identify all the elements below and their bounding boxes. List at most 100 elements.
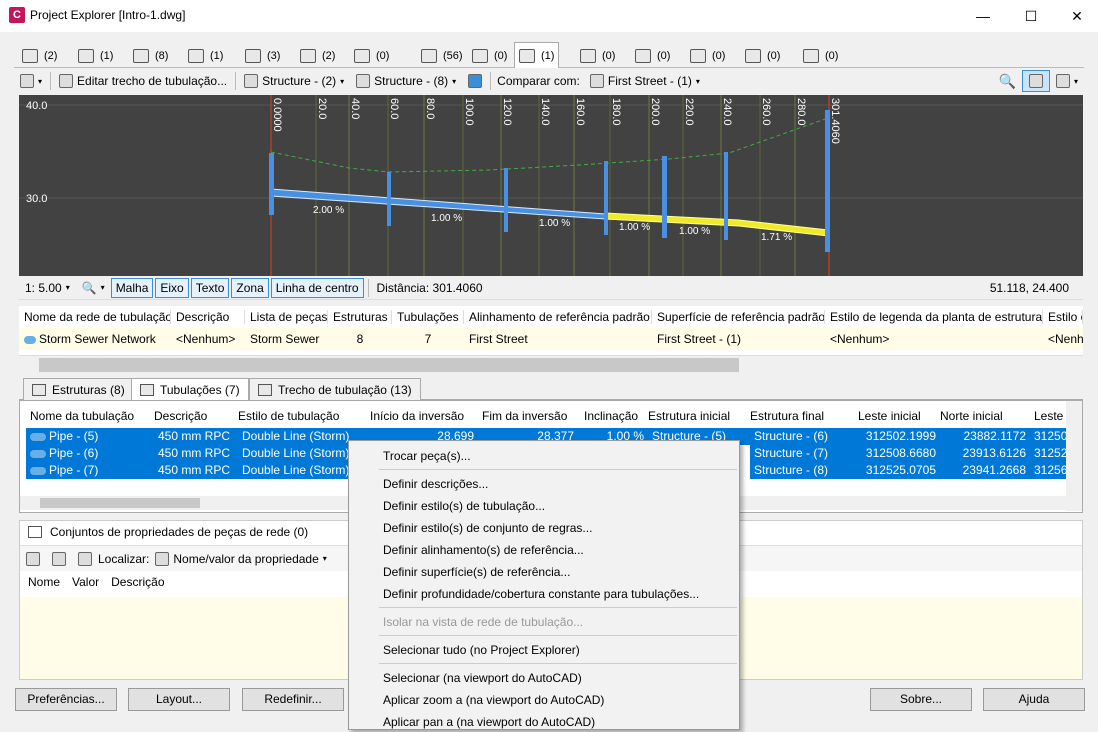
window-title: Project Explorer [Intro-1.dwg]	[30, 8, 186, 22]
maximize-button[interactable]: ☐	[1008, 0, 1054, 32]
network-tools-button[interactable]: ▾	[14, 70, 48, 92]
menu-item-select-all[interactable]: Selecionar tudo (no Project Explorer)	[383, 640, 580, 660]
reset-button[interactable]: Redefinir...	[242, 688, 344, 711]
tab-structures[interactable]: Estruturas (8)	[23, 378, 134, 400]
menu-item-set-depth-cover[interactable]: Definir profundidade/cobertura constante…	[383, 584, 699, 604]
find-dropdown[interactable]: Nome/valor da propriedade ▾	[149, 548, 332, 570]
toggle-axis-button[interactable]: Eixo	[155, 277, 189, 298]
lock-button[interactable]	[462, 70, 488, 92]
menu-item-swap-parts[interactable]: Trocar peça(s)...	[383, 446, 471, 466]
tab-corridors[interactable]: (1)	[184, 45, 227, 67]
remove-property-set-button[interactable]	[72, 548, 98, 570]
tab-feature-lines[interactable]: (0)	[350, 45, 393, 67]
tab-pipe-networks[interactable]: (1)	[514, 42, 560, 69]
network-name-cell: Storm Sewer Network	[19, 332, 171, 346]
network-horizontal-scrollbar[interactable]	[19, 355, 1083, 373]
pipes-vertical-scrollbar[interactable]	[1066, 401, 1082, 511]
column-header[interactable]: Descrição	[103, 575, 172, 589]
tab-parcels[interactable]: (2)	[296, 45, 339, 67]
tab-assemblies[interactable]: (56)	[417, 45, 467, 67]
column-header[interactable]: Norte inicial	[940, 409, 1003, 423]
surface-icon	[472, 49, 488, 63]
column-header[interactable]: Estilo de tubulação	[238, 409, 339, 423]
tab-alignments[interactable]: (2)	[18, 45, 61, 67]
toggle-grid-button[interactable]: Malha	[110, 277, 154, 298]
sample-line-icon	[245, 49, 261, 63]
compare-dropdown[interactable]: First Street - (1) ▾	[584, 70, 706, 92]
column-header[interactable]: Estruturas	[328, 310, 392, 324]
structure-6	[724, 152, 728, 240]
tab-profiles[interactable]: (8)	[129, 45, 172, 67]
list-view-button[interactable]	[1021, 70, 1050, 92]
scroll-thumb[interactable]	[40, 498, 200, 508]
pipe-name-cell: Pipe - (7)	[26, 462, 154, 479]
tab-sites[interactable]: (1)	[74, 45, 117, 67]
menu-item-select-viewport[interactable]: Selecionar (na viewport do AutoCAD)	[383, 668, 582, 688]
toggle-text-button[interactable]: Texto	[190, 277, 230, 298]
tab-sheets[interactable]: (0)	[799, 45, 842, 67]
unlock-icon	[468, 74, 483, 88]
start-structure-dropdown[interactable]: Structure - (2) ▾	[238, 70, 350, 92]
help-button[interactable]: Ajuda	[983, 688, 1085, 711]
column-header[interactable]: Nome da tubulação	[30, 409, 134, 423]
column-header[interactable]: Fim da inversão	[482, 409, 567, 423]
tab-sample-lines[interactable]: (3)	[241, 45, 284, 67]
column-header[interactable]: Descrição	[171, 310, 245, 324]
about-button[interactable]: Sobre...	[870, 688, 972, 711]
edit-property-button[interactable]	[20, 548, 46, 570]
column-header[interactable]: Estrutura inicial	[648, 409, 730, 423]
menu-item-set-reference-surfaces[interactable]: Definir superfície(s) de referência...	[383, 562, 570, 582]
tab-surfaces[interactable]: (0)	[468, 45, 511, 67]
column-header[interactable]: Descrição	[154, 409, 207, 423]
detail-tabs: Estruturas (8) Tubulações (7) Trecho de …	[19, 378, 1083, 401]
column-header[interactable]: Estilo c	[1043, 310, 1083, 324]
scroll-thumb[interactable]	[39, 358, 739, 372]
toggle-centerline-button[interactable]: Linha de centro	[270, 277, 364, 298]
column-header[interactable]: Valor	[68, 575, 103, 589]
preferences-button[interactable]: Preferências...	[15, 688, 117, 711]
tab-pipe-runs[interactable]: Trecho de tubulação (13)	[249, 378, 421, 400]
alignment-icon	[22, 49, 38, 63]
minimize-button[interactable]: —	[960, 0, 1006, 32]
column-header[interactable]: Alinhamento de referência padrão	[464, 310, 652, 324]
tab-pipes[interactable]: Tubulações (7)	[131, 378, 249, 401]
menu-item-set-rules-styles[interactable]: Definir estilo(s) de conjunto de regras.…	[383, 518, 592, 538]
tab-views[interactable]: (0)	[741, 45, 784, 67]
column-header[interactable]: Superfície de referência padrão	[652, 310, 825, 324]
close-button[interactable]: ✕	[1054, 0, 1098, 32]
column-header[interactable]: Inclinação	[584, 409, 638, 423]
zoom-icon: 🔍	[81, 280, 97, 295]
zoom-search-button[interactable]: 🔍	[993, 70, 1022, 92]
scale-dropdown[interactable]: 1: 5.00 ▾	[19, 277, 76, 299]
pipes-table-header: Nome da tubulação Descrição Estilo de tu…	[20, 405, 1066, 427]
column-header[interactable]: Nome	[20, 575, 68, 589]
toggle-zone-button[interactable]: Zona	[231, 277, 269, 298]
column-header[interactable]: Leste inicial	[858, 409, 921, 423]
tab-cross-sections[interactable]: (0)	[631, 45, 674, 67]
layout-button[interactable]: Layout...	[128, 688, 230, 711]
sheet-icon	[803, 49, 819, 63]
layout-view-button[interactable]: ▾	[1050, 70, 1084, 92]
column-header[interactable]: Estilo de legenda da planta de estrutura	[825, 310, 1043, 324]
network-row[interactable]: Storm Sewer Network <Nenhum> Storm Sewer…	[19, 328, 1083, 350]
tab-pressure-networks[interactable]: (0)	[576, 45, 619, 67]
menu-item-pan-viewport[interactable]: Aplicar pan a (na viewport do AutoCAD)	[383, 712, 595, 732]
end-structure-dropdown[interactable]: Structure - (8) ▾	[350, 70, 462, 92]
tab-intersections[interactable]: (0)	[686, 45, 729, 67]
zoom-dropdown[interactable]: 🔍 ▾	[76, 277, 111, 299]
cell: <Nenhum>	[176, 332, 236, 346]
column-header[interactable]: Início da inversão	[370, 409, 464, 423]
add-property-set-button[interactable]	[46, 548, 72, 570]
menu-item-set-descriptions[interactable]: Definir descrições...	[383, 474, 488, 494]
table-cell: 23913.6126	[940, 445, 1030, 462]
column-header[interactable]: Nome da rede de tubulação	[19, 310, 171, 324]
pipe-profile-view[interactable]: 40.0 30.0 0.0000 20.0 40.0 60.0 80.0 100.0 120…	[19, 95, 1083, 276]
menu-item-zoom-viewport[interactable]: Aplicar zoom a (na viewport do AutoCAD)	[383, 690, 604, 710]
edit-pipe-run-button[interactable]: Editar trecho de tubulação...	[53, 70, 233, 92]
column-header[interactable]: Tubulações	[392, 310, 464, 324]
column-header[interactable]: Leste	[1034, 409, 1063, 423]
menu-item-set-pipe-styles[interactable]: Definir estilo(s) de tubulação...	[383, 496, 545, 516]
column-header[interactable]: Lista de peças	[245, 310, 328, 324]
column-header[interactable]: Estrutura final	[750, 409, 824, 423]
menu-item-set-reference-alignments[interactable]: Definir alinhamento(s) de referência...	[383, 540, 584, 560]
